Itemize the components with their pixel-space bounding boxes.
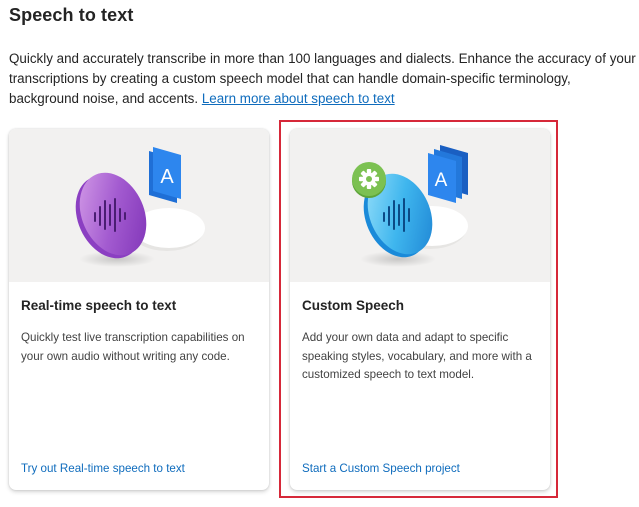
card-realtime-speech[interactable]: A Real-time speech to text Quickly test … (9, 129, 269, 490)
card-title: Real-time speech to text (21, 298, 177, 313)
card-custom-speech[interactable]: A Custom Speech Add your own data and ad… (290, 129, 550, 490)
blue-voice-disc-gear-icon: A (352, 145, 468, 267)
svg-text:A: A (435, 170, 448, 191)
learn-more-link[interactable]: Learn more about speech to text (202, 91, 395, 106)
card-description: Add your own data and adapt to specific … (302, 331, 532, 381)
card-hero-image: A (9, 129, 269, 282)
svg-text:A: A (160, 166, 174, 188)
page-title: Speech to text (9, 5, 134, 25)
start-custom-speech-link[interactable]: Start a Custom Speech project (302, 462, 460, 475)
intro-paragraph: Quickly and accurately transcribe in mor… (9, 49, 637, 109)
card-hero-image: A (290, 129, 550, 282)
purple-voice-disc-icon: A (75, 147, 205, 267)
card-title: Custom Speech (302, 298, 405, 313)
gear-icon (352, 162, 386, 198)
try-realtime-link[interactable]: Try out Real-time speech to text (21, 462, 185, 475)
card-description: Quickly test live transcription capabili… (21, 331, 245, 363)
